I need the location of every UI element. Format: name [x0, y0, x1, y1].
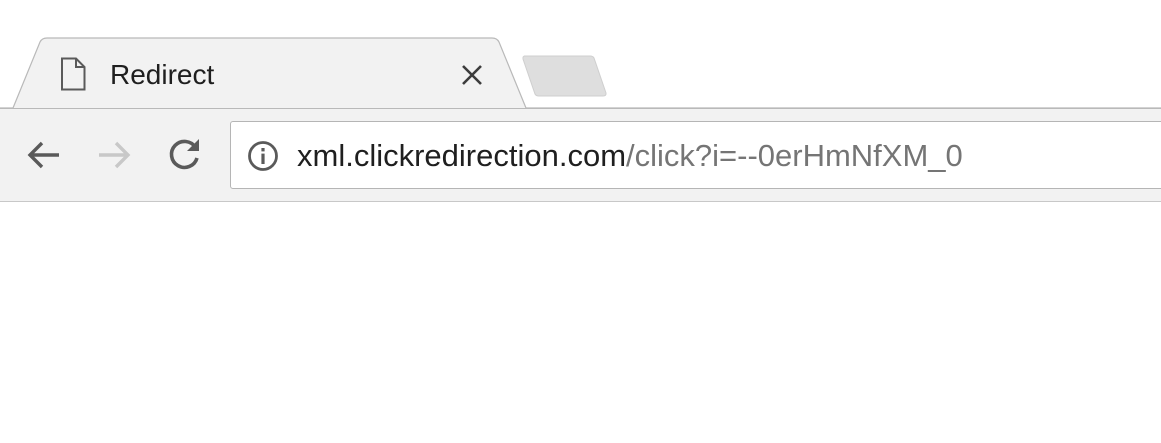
url-host: xml.clickredirection.com — [297, 138, 627, 173]
browser-window: Redirect xml.clickredirection.com/click?… — [0, 0, 1161, 443]
address-bar[interactable]: xml.clickredirection.com/click?i=--0erHm… — [230, 121, 1161, 189]
page-content — [0, 202, 1161, 443]
arrow-left-icon[interactable] — [22, 133, 66, 177]
url-text[interactable]: xml.clickredirection.com/click?i=--0erHm… — [297, 138, 963, 174]
toolbar: xml.clickredirection.com/click?i=--0erHm… — [0, 108, 1161, 202]
tab-strip: Redirect — [0, 0, 1161, 110]
reload-icon[interactable] — [162, 133, 206, 177]
info-icon[interactable] — [247, 140, 279, 172]
url-path: /click?i=--0erHmNfXM_0 — [626, 138, 963, 173]
tab-redirect[interactable]: Redirect — [38, 39, 500, 109]
arrow-right-icon[interactable] — [92, 133, 136, 177]
close-icon[interactable] — [458, 61, 486, 89]
tab-title: Redirect — [110, 59, 215, 90]
new-tab-icon[interactable] — [522, 55, 608, 97]
document-icon — [61, 57, 86, 91]
